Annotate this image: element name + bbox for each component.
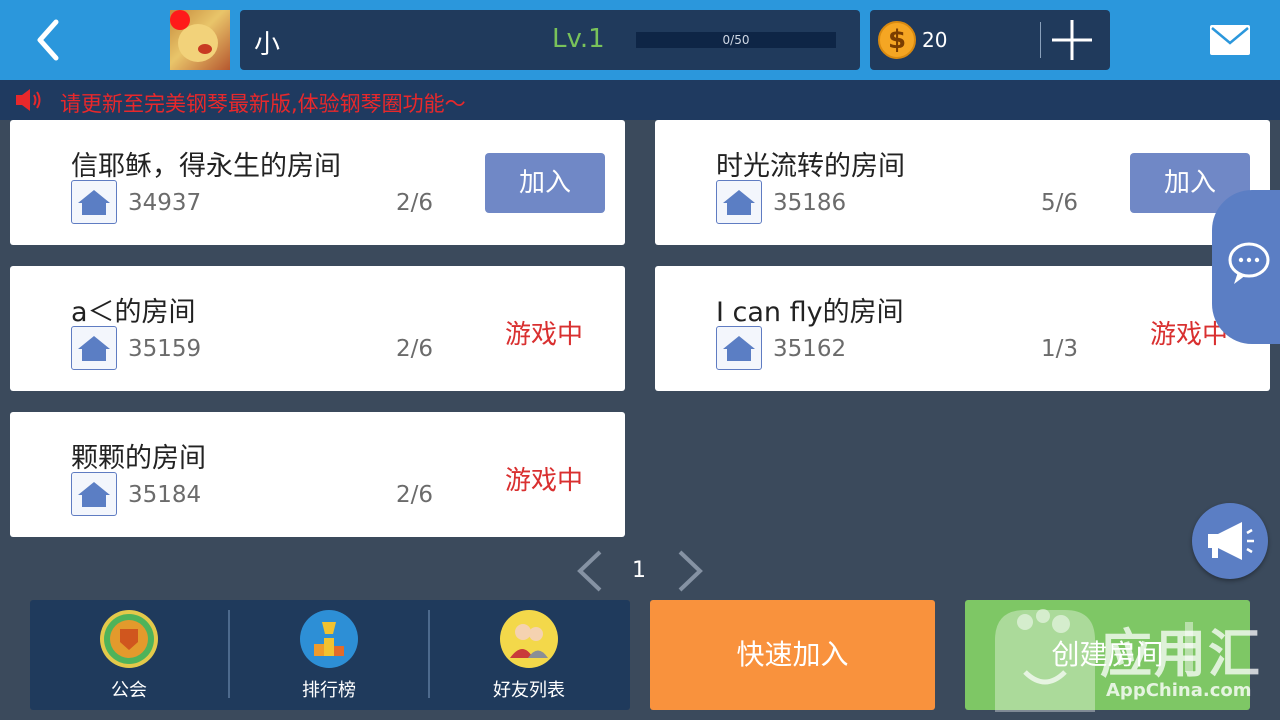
announcement-button[interactable] xyxy=(1192,503,1268,579)
nav-item-guild[interactable]: 公会 xyxy=(30,600,228,710)
add-coins-button[interactable] xyxy=(1050,18,1094,62)
level-label: Lv.1 xyxy=(552,24,605,54)
xp-progress-bar: 0/50 xyxy=(636,32,836,48)
plus-icon xyxy=(1052,20,1092,60)
home-icon xyxy=(71,326,117,370)
room-id: 35159 xyxy=(128,336,202,362)
in-game-status: 游戏中 xyxy=(505,320,584,350)
next-page-button[interactable] xyxy=(672,548,708,594)
chat-tab[interactable] xyxy=(1212,190,1280,344)
room-title: a＜的房间 xyxy=(71,297,196,328)
mail-icon xyxy=(1210,25,1250,55)
avatar-face xyxy=(178,24,218,62)
friends-icon xyxy=(500,610,558,668)
nav-item-friends[interactable]: 好友列表 xyxy=(430,600,628,710)
xp-progress-text: 0/50 xyxy=(722,33,750,47)
nav-label-guild: 公会 xyxy=(111,680,147,701)
home-icon xyxy=(71,472,117,516)
megaphone-icon xyxy=(1208,522,1254,560)
chevron-right-icon xyxy=(678,550,703,592)
top-bar: 小 Lv.1 0/50 $ 20 xyxy=(0,0,1280,80)
join-room-button[interactable]: 加入 xyxy=(485,153,605,213)
room-card[interactable]: a＜的房间 35159 2/6 游戏中 xyxy=(10,266,625,391)
coin-panel: $ 20 xyxy=(870,10,1110,70)
username: 小 xyxy=(254,30,281,60)
watermark-subtext: AppChina.com xyxy=(1106,680,1252,701)
room-title: 信耶稣，得永生的房间 xyxy=(71,151,341,182)
prev-page-button[interactable] xyxy=(572,548,608,594)
notice-text: 请更新至完美钢琴最新版,体验钢琴圈功能～ xyxy=(60,92,466,116)
room-title: 时光流转的房间 xyxy=(716,151,905,182)
room-id: 35162 xyxy=(773,336,847,362)
room-id: 35184 xyxy=(128,482,202,508)
room-id: 35186 xyxy=(773,190,847,216)
room-title: 颗颗的房间 xyxy=(71,443,206,474)
home-icon xyxy=(716,180,762,224)
coin-icon: $ xyxy=(878,21,916,59)
avatar-beak xyxy=(198,44,212,54)
room-id: 34937 xyxy=(128,190,202,216)
user-info-panel: 小 Lv.1 0/50 xyxy=(240,10,860,70)
room-card[interactable]: 信耶稣，得永生的房间 34937 2/6 加入 xyxy=(10,120,625,245)
room-card[interactable]: I can fly的房间 35162 1/3 游戏中 xyxy=(655,266,1270,391)
back-button[interactable] xyxy=(28,18,72,62)
room-player-count: 2/6 xyxy=(396,336,434,362)
leaderboard-icon xyxy=(300,610,358,668)
coin-divider xyxy=(1040,22,1041,58)
guild-icon xyxy=(100,610,158,668)
home-icon xyxy=(716,326,762,370)
notice-bar: 请更新至完美钢琴最新版,体验钢琴圈功能～ xyxy=(0,80,1280,120)
room-player-count: 1/3 xyxy=(1041,336,1079,362)
home-icon xyxy=(71,180,117,224)
coin-balance: 20 xyxy=(922,28,948,52)
nav-label-leaderboard: 排行榜 xyxy=(302,680,356,701)
page-number: 1 xyxy=(632,558,646,583)
avatar[interactable] xyxy=(170,10,230,70)
room-player-count: 5/6 xyxy=(1041,190,1079,216)
in-game-status: 游戏中 xyxy=(505,466,584,496)
back-icon xyxy=(37,19,59,61)
bottom-nav: 公会 排行榜 好友列表 xyxy=(30,600,630,710)
speaker-icon xyxy=(16,89,41,111)
room-card[interactable]: 颗颗的房间 35184 2/6 游戏中 xyxy=(10,412,625,537)
room-card[interactable]: 时光流转的房间 35186 5/6 加入 xyxy=(655,120,1270,245)
nav-label-friends: 好友列表 xyxy=(493,680,565,701)
mail-button[interactable] xyxy=(1208,22,1252,58)
room-title: I can fly的房间 xyxy=(716,297,904,328)
room-player-count: 2/6 xyxy=(396,482,434,508)
nav-item-leaderboard[interactable]: 排行榜 xyxy=(230,600,428,710)
notification-dot xyxy=(170,10,190,30)
chat-icon xyxy=(1228,242,1270,284)
room-player-count: 2/6 xyxy=(396,190,434,216)
watermark-text: 应用汇 xyxy=(1100,625,1263,685)
quick-join-button[interactable]: 快速加入 xyxy=(650,600,935,710)
chevron-left-icon xyxy=(577,550,602,592)
